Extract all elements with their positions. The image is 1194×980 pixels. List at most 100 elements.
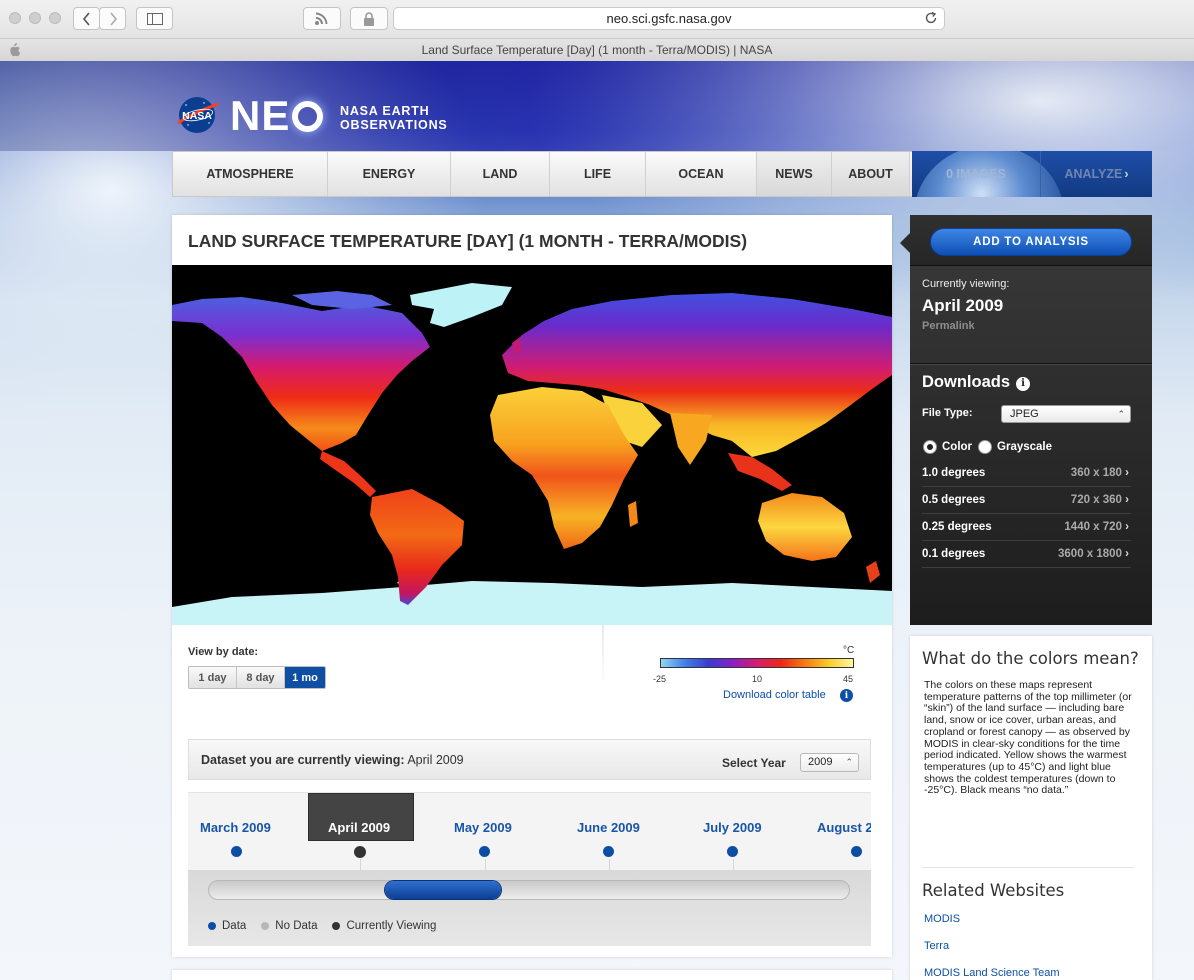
1-day-button[interactable]: 1 day — [189, 667, 237, 688]
related-link-modis-land-team[interactable]: MODIS Land Science Team — [924, 967, 1060, 979]
1-month-button[interactable]: 1 mo — [285, 667, 325, 688]
neo-logo[interactable]: NE — [230, 92, 324, 140]
file-type-select[interactable]: JPEG ⌃ — [1001, 405, 1131, 423]
grayscale-radio-label: Grayscale — [997, 441, 1053, 453]
dataset-bar: Dataset you are currently viewing: April… — [188, 739, 871, 780]
secondary-panel — [172, 970, 892, 980]
dataset-value: April 2009 — [407, 753, 464, 767]
timeline-month[interactable]: June 2009 — [577, 820, 640, 835]
timeline-month-current[interactable]: April 2009 — [328, 820, 390, 835]
address-bar[interactable]: neo.sci.gsfc.nasa.gov — [393, 7, 945, 30]
nav-land[interactable]: LAND — [451, 152, 550, 196]
neo-word: NE — [230, 92, 291, 139]
nav-news[interactable]: NEWS — [757, 152, 832, 196]
resolution-row[interactable]: 1.0 degrees 360 x 180 — [922, 460, 1131, 487]
nav-atmosphere[interactable]: ATMOSPHERE — [173, 152, 328, 196]
zoom-window-button[interactable] — [49, 12, 61, 24]
nav-energy[interactable]: ENERGY — [328, 152, 451, 196]
browser-chrome: neo.sci.gsfc.nasa.gov Land Surface Tempe… — [0, 0, 1194, 61]
date-range-toggle: 1 day 8 day 1 mo — [188, 666, 326, 689]
timeline-month[interactable]: May 2009 — [454, 820, 512, 835]
arctic-islands-shape — [292, 291, 392, 309]
central-america-shape — [320, 451, 376, 497]
download-color-table-link[interactable]: Download color table i — [723, 689, 853, 702]
select-year-dropdown[interactable]: 2009 ⌃ — [800, 753, 859, 772]
related-link-terra[interactable]: Terra — [924, 940, 949, 952]
analyze-button[interactable]: ANALYZE › — [1040, 151, 1152, 197]
timeline-dot[interactable] — [603, 846, 614, 857]
add-to-analysis-button[interactable]: ADD TO ANALYSIS — [930, 228, 1132, 256]
images-count[interactable]: 0 IMAGES — [912, 151, 1040, 197]
timeline-dot[interactable] — [479, 846, 490, 857]
privacy-button[interactable] — [350, 7, 388, 30]
close-window-button[interactable] — [9, 12, 21, 24]
sidebar-top: ADD TO ANALYSIS — [910, 215, 1152, 266]
related-link-modis[interactable]: MODIS — [924, 913, 960, 925]
nav-ocean[interactable]: OCEAN — [646, 152, 757, 196]
timeline-scroll-thumb[interactable] — [385, 881, 501, 899]
chevron-left-icon — [82, 11, 90, 26]
sidebar-toggle-button[interactable] — [136, 7, 173, 30]
nasa-logo-text: NASA — [182, 110, 212, 122]
color-mode-radios: Color Grayscale — [923, 440, 1052, 454]
timeline-month[interactable]: March 2009 — [200, 820, 271, 835]
neo-subtitle-line2: OBSERVATIONS — [340, 118, 448, 132]
sidebar-divider — [910, 363, 1152, 364]
timeline-month[interactable]: July 2009 — [703, 820, 762, 835]
data-dot-icon — [208, 922, 216, 930]
no-data-dot-icon — [261, 922, 270, 930]
nasa-logo[interactable]: NASA — [174, 95, 220, 135]
color-scale-tick-min: -25 — [653, 674, 667, 684]
tab-title[interactable]: Land Surface Temperature [Day] (1 month … — [422, 43, 773, 57]
related-websites-title: Related Websites — [922, 881, 1065, 900]
tab-bar: Land Surface Temperature [Day] (1 month … — [0, 38, 1194, 61]
new-zealand-shape — [866, 561, 880, 583]
neo-subtitle-line1: NASA EARTH — [340, 104, 430, 118]
info-icon[interactable]: i — [840, 689, 853, 702]
timeline-dot[interactable] — [231, 846, 242, 857]
downloads-title: Downloads i — [922, 373, 1031, 392]
resolution-row[interactable]: 0.25 degrees 1440 x 720 — [922, 514, 1131, 541]
nav-about[interactable]: ABOUT — [832, 152, 910, 196]
resolution-row[interactable]: 0.1 degrees 3600 x 1800 — [922, 541, 1131, 568]
divider — [922, 867, 1134, 868]
download-color-table-text: Download color table — [723, 689, 826, 701]
color-radio-label: Color — [942, 441, 973, 453]
address-text: neo.sci.gsfc.nasa.gov — [606, 11, 732, 26]
nav-life[interactable]: LIFE — [550, 152, 646, 196]
back-button[interactable] — [73, 7, 100, 30]
india-shape — [670, 413, 712, 465]
currently-viewing-label: Currently viewing: — [922, 278, 1010, 290]
neo-o-ring — [292, 101, 324, 132]
file-type-label: File Type: — [922, 407, 973, 419]
resolution-pixels: 720 x 360 — [1071, 494, 1131, 506]
chevron-right-icon: › — [1124, 167, 1129, 181]
select-year-value: 2009 — [808, 756, 833, 768]
timeline-dot[interactable] — [851, 846, 862, 857]
colors-title: What do the colors mean? — [922, 649, 1139, 668]
temperature-map[interactable] — [172, 265, 892, 625]
timeline-dot-current[interactable] — [354, 846, 366, 858]
color-radio[interactable] — [923, 440, 937, 454]
color-scale-tick-max: 45 — [843, 674, 854, 684]
currently-viewing-date: April 2009 — [922, 296, 1004, 315]
timeline-month[interactable]: August 2009 — [817, 820, 871, 835]
info-icon[interactable]: i — [1016, 376, 1031, 391]
forward-button[interactable] — [99, 7, 126, 30]
minimize-window-button[interactable] — [29, 12, 41, 24]
grayscale-radio[interactable] — [978, 440, 993, 454]
north-america-shape — [172, 297, 430, 451]
australia-shape — [758, 493, 852, 561]
timeline-dot[interactable] — [727, 846, 738, 857]
permalink[interactable]: Permalink — [922, 320, 975, 332]
download-sidebar: ADD TO ANALYSIS Currently viewing: April… — [900, 215, 1152, 625]
resolution-row[interactable]: 0.5 degrees 720 x 360 — [922, 487, 1131, 514]
resolution-pixels: 1440 x 720 — [1064, 521, 1131, 533]
reload-icon[interactable] — [924, 11, 938, 25]
chevron-right-icon — [109, 11, 117, 26]
timeline-scroll-track[interactable] — [208, 880, 850, 900]
dataset-label-wrap: Dataset you are currently viewing: April… — [201, 753, 464, 767]
resolution-degrees: 0.1 degrees — [922, 548, 986, 560]
rss-button[interactable] — [303, 7, 341, 30]
8-day-button[interactable]: 8 day — [237, 667, 285, 688]
